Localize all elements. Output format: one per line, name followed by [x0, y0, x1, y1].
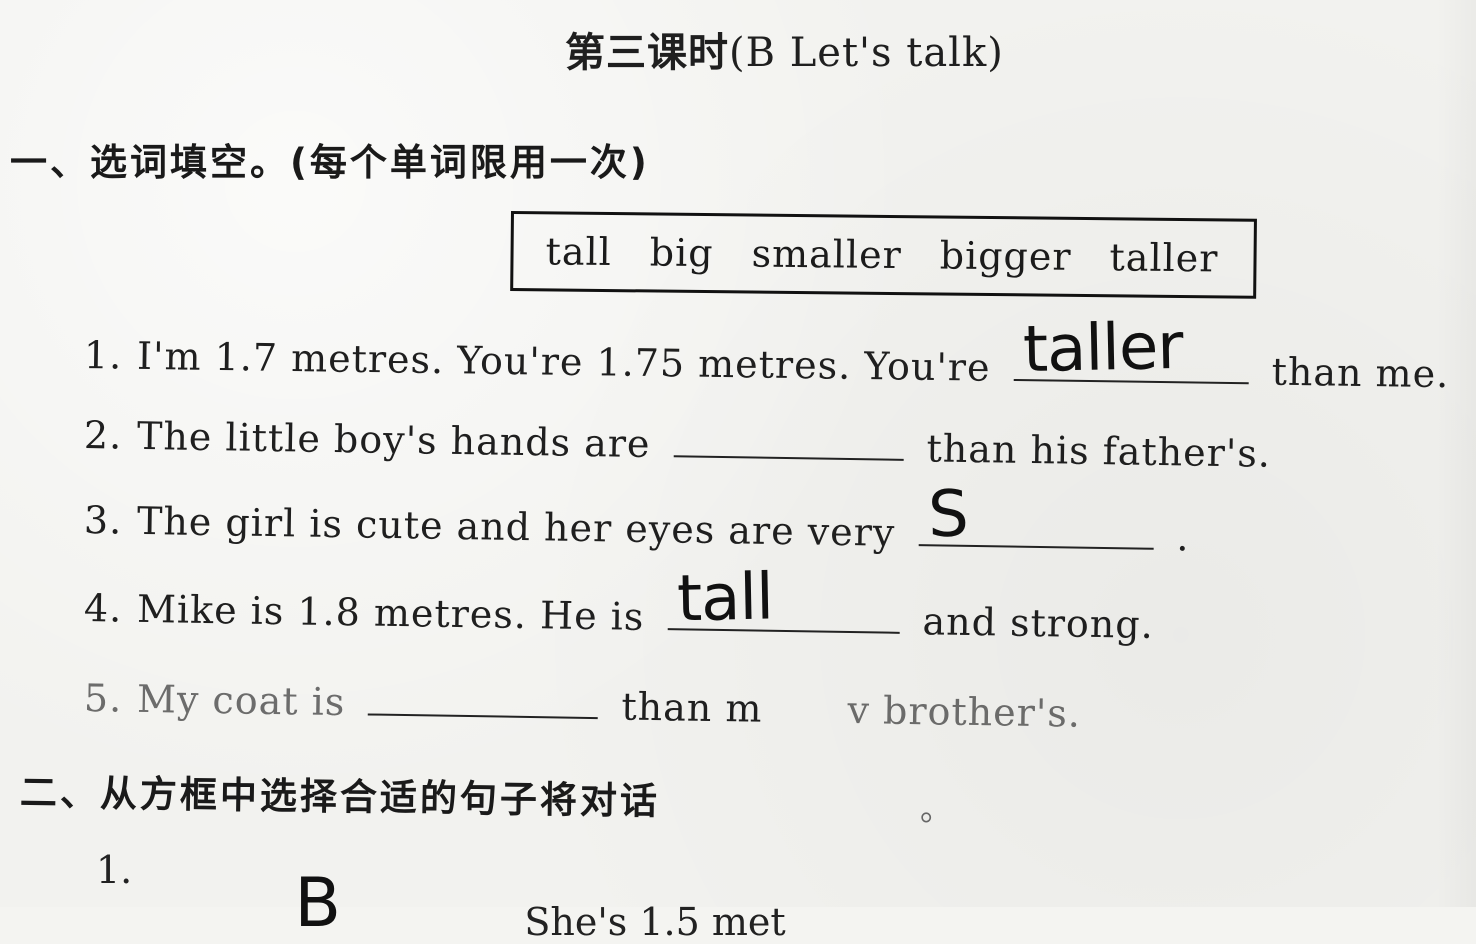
question-row-2: 2. The little boy's hands are than his f…: [84, 410, 1272, 476]
question-prefix-2: The little boy's hands are: [136, 413, 651, 466]
dialog-item-1: 1. B She's 1.5 met: [96, 848, 786, 944]
answer-blank-4[interactable]: tall: [667, 561, 900, 636]
section-two-heading-text: 二、从方框中选择合适的句子将对话: [19, 771, 661, 823]
dialog-answer-1: B: [294, 864, 342, 943]
question-suffix-5-right: v brother's.: [847, 688, 1082, 736]
word-list: tall big smaller bigger taller: [513, 214, 1254, 296]
question-row-1: 1. I'm 1.7 metres. You're 1.75 metres. Y…: [83, 310, 1450, 397]
word-taller: taller: [1109, 235, 1219, 281]
question-prefix-5: My coat is: [136, 676, 346, 725]
question-suffix-5-left: than m: [621, 684, 763, 731]
answer-blank-3[interactable]: S: [918, 478, 1154, 552]
title-latin: (B Let's talk): [729, 30, 1004, 76]
section-one-heading: 一、选词填空。(每个单词限用一次): [10, 141, 650, 184]
word-box: tall big smaller bigger taller: [510, 211, 1257, 299]
word-big: big: [649, 230, 714, 276]
worksheet-page: 第三课时(B Let's talk) 一、选词填空。(每个单词限用一次) tal…: [0, 0, 1476, 944]
question-suffix-3: .: [1176, 515, 1190, 560]
question-prefix-4: Mike is 1.8 metres. He is: [136, 586, 645, 639]
question-number-3: 3.: [83, 498, 123, 543]
question-number-1: 1.: [83, 333, 123, 378]
answer-blank-1[interactable]: taller: [1013, 310, 1249, 387]
question-suffix-4: and strong.: [922, 599, 1155, 647]
question-row-5: 5. My coat is than m v brother's.: [84, 673, 1082, 736]
handwritten-answer-3: S: [926, 477, 968, 553]
paper-shadow: [1436, 0, 1476, 907]
question-row-3: 3. The girl is cute and her eyes are ver…: [83, 478, 1190, 560]
answer-blank-2[interactable]: [673, 419, 904, 461]
answer-blank-5[interactable]: [368, 677, 599, 720]
question-suffix-1: than me.: [1271, 349, 1450, 397]
question-prefix-1: I'm 1.7 metres. You're 1.75 metres. You'…: [136, 333, 991, 390]
section-two-heading: 二、从方框中选择合适的句子将对话: [20, 762, 661, 825]
handwritten-answer-1: taller: [1021, 309, 1184, 388]
question-prefix-3: The girl is cute and her eyes are very: [136, 498, 896, 555]
question-suffix-2: than his father's.: [926, 426, 1272, 476]
dialog-number-1: 1.: [96, 848, 133, 892]
page-title: 第三课时(B Let's talk): [565, 20, 1004, 78]
question-number-2: 2.: [83, 413, 123, 458]
question-number-5: 5.: [83, 676, 123, 721]
question-row-4: 4. Mike is 1.8 metres. He is tall and st…: [83, 561, 1155, 647]
question-number-4: 4.: [83, 586, 123, 631]
word-smaller: smaller: [751, 231, 902, 278]
word-bigger: bigger: [939, 233, 1072, 279]
word-tall: tall: [545, 229, 613, 275]
handwritten-answer-4: tall: [675, 560, 774, 637]
section-two-trailing-mark: 。: [920, 790, 953, 828]
title-cjk: 第三课时: [565, 30, 729, 76]
